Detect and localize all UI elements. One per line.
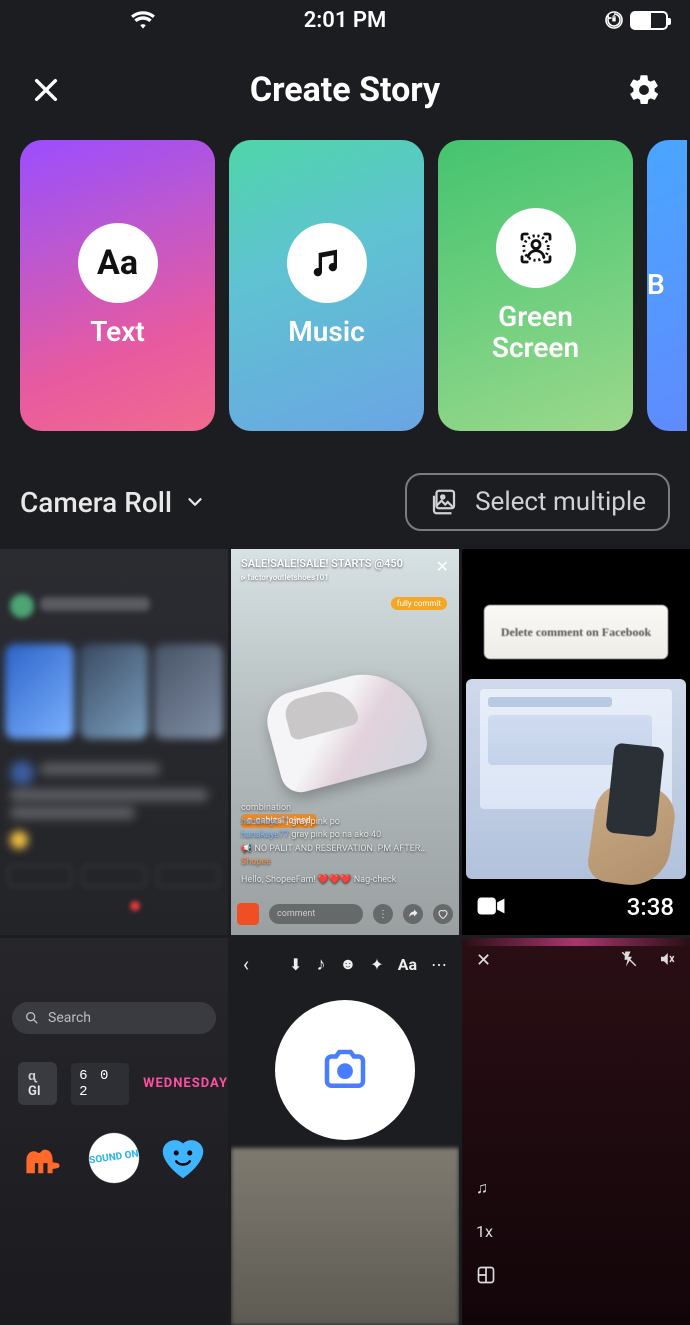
mode-music-label: Music [288, 317, 364, 348]
flash-off-icon [620, 950, 638, 973]
thumb-banner: SALE!SALE!SALE! STARTS @450 ⪧ factoryout… [241, 557, 403, 583]
thumb-pill: fully commit [391, 597, 447, 610]
chevron-down-icon [184, 491, 206, 513]
gallery-icon [429, 487, 459, 517]
share-icon [403, 904, 423, 924]
select-multiple-label: Select multiple [475, 487, 646, 517]
mode-green-screen[interactable]: Green Screen [438, 140, 633, 431]
close-button[interactable] [26, 70, 66, 110]
gallery-item[interactable]: SALE!SALE!SALE! STARTS @450 ⪧ factoryout… [231, 549, 459, 935]
music-note-icon: ♫ [476, 1178, 496, 1198]
thumb-title-board: Delete comment on Facebook [484, 605, 668, 659]
mode-text-label: Text [90, 317, 145, 348]
mode-green-label: Green Screen [492, 302, 579, 364]
battery-icon [630, 11, 668, 30]
capture-button [275, 1000, 415, 1140]
gallery-header: Camera Roll Select multiple [0, 461, 690, 549]
layout-icon [476, 1265, 496, 1285]
mode-row: Aa Text Music Green Screen B [0, 140, 690, 461]
page-title: Create Story [66, 70, 624, 110]
toolbar-icons: ⬇ ♪ ☻ ✦ Aa ⋯ [289, 954, 447, 975]
heart-face-icon [156, 1131, 210, 1185]
gallery-grid: SALE!SALE!SALE! STARTS @450 ⪧ factoryout… [0, 549, 690, 1325]
back-icon: ‹ [243, 952, 249, 976]
heart-icon [433, 904, 453, 924]
text-tool-icon: Aa [398, 955, 417, 974]
camel-icon [18, 1131, 72, 1185]
chip-wednesday: WEDNESDAY [143, 1076, 228, 1091]
more-icon: ⋮ [373, 904, 393, 924]
mute-icon [658, 950, 676, 973]
settings-button[interactable] [624, 70, 664, 110]
gallery-item[interactable]: ✕ ♫ 1x [462, 938, 690, 1324]
album-label: Camera Roll [20, 486, 172, 519]
album-picker[interactable]: Camera Roll [20, 486, 206, 519]
select-multiple-button[interactable]: Select multiple [405, 473, 670, 531]
mode-text[interactable]: Aa Text [20, 140, 215, 431]
gallery-item[interactable]: ‹ ⬇ ♪ ☻ ✦ Aa ⋯ [231, 938, 459, 1324]
music-note-icon: ♪ [316, 954, 325, 975]
status-time: 2:01 PM [304, 8, 387, 33]
sticker-icon: ☻ [339, 954, 356, 974]
close-icon: ✕ [476, 950, 491, 973]
rotation-lock-icon [604, 10, 624, 30]
close-icon: ✕ [436, 557, 449, 576]
green-screen-icon [496, 208, 576, 288]
sparkle-icon: ✦ [370, 955, 383, 974]
gallery-item[interactable]: Search ᶐ GI 6 0 2 WEDNESDAY SOUND ON [0, 938, 228, 1324]
status-bar: 2:01 PM [0, 0, 690, 40]
comment-input: comment [269, 904, 363, 924]
gallery-item[interactable]: Delete comment on Facebook 3:38 [462, 549, 690, 935]
more-icon: ⋯ [431, 955, 447, 974]
sound-on-icon: SOUND ON [80, 1125, 148, 1193]
thumb-chat: combination hanakaye77 gray pink po hana… [241, 802, 449, 887]
thumb-search: Search [12, 1002, 216, 1034]
chip-gi: ᶐ GI [18, 1062, 57, 1105]
gallery-item[interactable] [0, 549, 228, 935]
video-duration: 3:38 [627, 893, 674, 921]
music-icon [287, 223, 367, 303]
download-icon: ⬇ [289, 955, 302, 974]
wifi-icon [130, 10, 156, 30]
chip-clock: 6 0 2 [71, 1063, 129, 1105]
mode-extra[interactable]: B [647, 140, 687, 431]
header: Create Story [0, 40, 690, 140]
mode-music[interactable]: Music [229, 140, 424, 431]
video-icon [476, 895, 506, 921]
speed-label: 1x [476, 1222, 496, 1241]
mode-extra-label: B [647, 270, 665, 301]
text-icon: Aa [78, 223, 158, 303]
bag-icon [237, 903, 259, 925]
